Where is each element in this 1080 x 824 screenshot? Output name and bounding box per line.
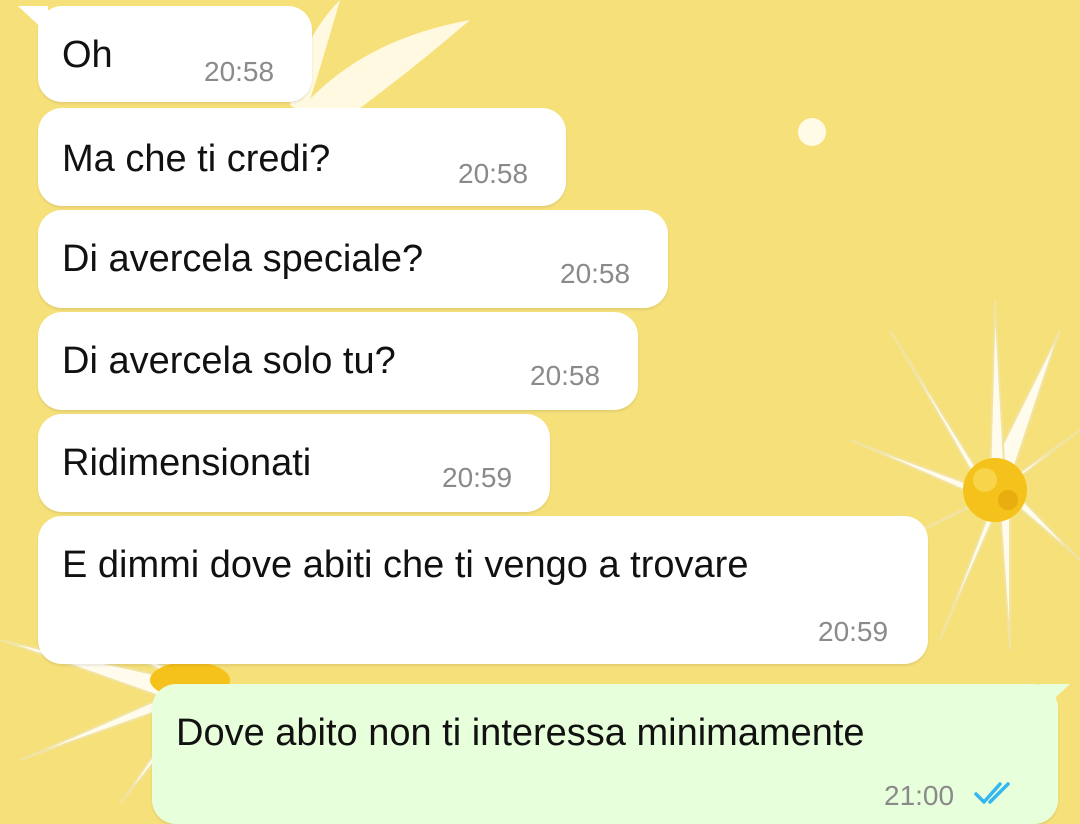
dot-icon [798,118,826,146]
message-bubble-incoming[interactable]: Ridimensionati 20:59 [38,414,550,512]
bubble-tail-icon [1040,684,1070,712]
message-bubble-incoming[interactable]: Di avercela solo tu? 20:58 [38,312,638,410]
message-time: 20:59 [442,462,513,493]
message-time: 20:58 [530,360,601,391]
message-bubble-incoming[interactable]: Ma che ti credi? 20:58 [38,108,566,206]
double-check-icon [974,782,1010,804]
message-bubble-incoming[interactable]: Di avercela speciale? 20:58 [38,210,668,308]
message-text: E dimmi dove abiti che ti vengo a trovar… [62,544,749,586]
message-bubble-outgoing[interactable]: Dove abito non ti interessa minimamente … [152,684,1058,824]
message-time: 20:58 [458,158,529,189]
message-time: 20:58 [204,56,275,87]
message-time: 20:59 [818,616,889,647]
message-text: Dove abito non ti interessa minimamente [176,712,865,754]
message-time: 21:00 [884,780,955,811]
message-text: Oh [62,34,113,76]
message-time: 20:58 [560,258,631,289]
message-text: Ma che ti credi? [62,138,331,180]
message-text: Ridimensionati [62,442,312,484]
bubble-tail-icon [18,6,48,34]
message-bubble-incoming[interactable]: E dimmi dove abiti che ti vengo a trovar… [38,516,928,664]
message-text: Di avercela solo tu? [62,340,396,382]
message-text: Di avercela speciale? [62,238,424,280]
message-bubble-incoming[interactable]: Oh 20:58 [38,6,312,102]
